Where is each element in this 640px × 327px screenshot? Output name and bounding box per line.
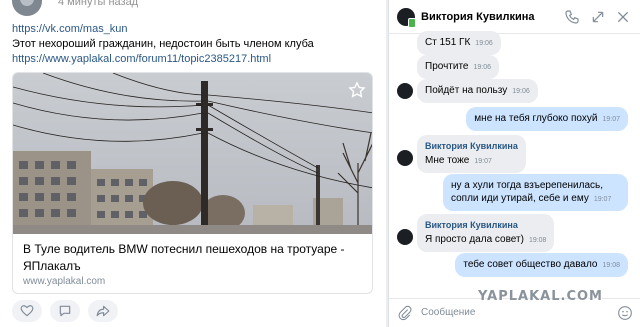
post-author-avatar[interactable]	[12, 0, 42, 16]
link-preview-image[interactable]	[13, 73, 372, 234]
like-button[interactable]	[12, 300, 42, 322]
message-time: 19:08	[528, 237, 547, 244]
message-time: 19:07	[593, 196, 612, 203]
sender-avatar[interactable]	[397, 83, 413, 99]
message-bubble[interactable]: мне на тебя глубоко похуй 19:07	[466, 107, 628, 131]
message-item: ну а хули тогда взъерепенилась, сопли ид…	[443, 174, 628, 211]
post-text: https://vk.com/mas_kun Этот нехороший гр…	[12, 22, 372, 67]
message-text: Ст 151 ГК	[425, 37, 471, 48]
message-bubble[interactable]: ну а хули тогда взъерепенилась, сопли ид…	[443, 174, 628, 211]
comment-button[interactable]	[50, 300, 80, 322]
message-bubble[interactable]: Прочтите 19:06	[417, 55, 500, 79]
message-input[interactable]: Сообщение	[421, 307, 475, 318]
topic-link[interactable]: https://www.yaplakal.com/forum11/topic23…	[12, 52, 372, 67]
message-author[interactable]: Виктория Кувилкина	[425, 219, 546, 232]
message-text: Прочтите	[425, 61, 469, 72]
message-text: ну а хули тогда взъерепенилась, сопли ид…	[451, 180, 603, 204]
link-preview-title[interactable]: В Туле водитель BMW потеснил пешеходов н…	[23, 241, 363, 275]
street-photo	[13, 73, 372, 234]
sender-avatar[interactable]	[397, 229, 413, 245]
paperclip-icon[interactable]	[397, 305, 413, 321]
message-time: 19:07	[474, 158, 492, 165]
message-item: Прочтите 19:06	[417, 55, 500, 79]
message-time: 19:07	[602, 116, 620, 123]
chat-header: Виктория Кувилкина	[389, 0, 640, 34]
message-item: Виктория Кувилкина Мне тоже 19:07	[417, 135, 526, 173]
watermark-logo: YAPLAKAL.COM	[478, 289, 603, 304]
message-bubble[interactable]: Ст 151 ГК 19:06	[417, 31, 501, 55]
emoji-icon[interactable]	[617, 305, 633, 321]
message-item: тебе совет общество давало 19:08	[455, 253, 628, 277]
message-text: Пойдёт на пользу	[425, 85, 508, 96]
post-message: Этот нехороший гражданин, недостоин быть…	[12, 38, 314, 50]
message-text: тебе совет общество давало	[463, 259, 598, 270]
share-button[interactable]	[88, 300, 118, 322]
online-mobile-icon	[408, 18, 416, 28]
message-time: 19:06	[512, 88, 530, 95]
close-icon[interactable]	[615, 9, 631, 25]
share-icon	[96, 305, 110, 317]
heart-icon	[20, 305, 34, 317]
message-text: Мне тоже	[425, 155, 470, 166]
message-item: мне на тебя глубоко похуй 19:07	[466, 107, 628, 131]
chat-window: Виктория Кувилкина Ст 151 ГК 19:06 Прочти…	[388, 0, 640, 327]
message-time: 19:08	[602, 262, 620, 269]
star-icon[interactable]	[348, 81, 366, 99]
message-item: Виктория Кувилкина Я просто дала совет) 1…	[417, 214, 555, 252]
message-time: 19:06	[475, 40, 493, 47]
message-item: Пойдёт на пользу 19:06	[417, 79, 538, 103]
minimize-icon[interactable]	[590, 9, 606, 25]
message-text: мне на тебя глубоко похуй	[474, 113, 598, 124]
message-author[interactable]: Виктория Кувилкина	[425, 140, 518, 153]
message-item: Ст 151 ГК 19:06	[417, 31, 501, 55]
phone-icon[interactable]	[564, 9, 580, 25]
message-bubble[interactable]: Виктория Кувилкина Я просто дала совет) 1…	[417, 214, 555, 252]
sender-avatar[interactable]	[397, 150, 413, 166]
post-timestamp[interactable]: 4 минуты назад	[58, 0, 138, 8]
profile-link[interactable]: https://vk.com/mas_kun	[12, 22, 372, 37]
comment-icon	[59, 305, 71, 317]
message-time: 19:06	[473, 64, 492, 71]
message-bubble[interactable]: тебе совет общество давало 19:08	[455, 253, 628, 277]
link-preview-domain: www.yaplakal.com	[23, 276, 106, 287]
chat-title[interactable]: Виктория Кувилкина	[421, 11, 535, 23]
message-bubble[interactable]: Пойдёт на пользу 19:06	[417, 79, 538, 103]
link-preview-card[interactable]: В Туле водитель BMW потеснил пешеходов н…	[12, 72, 373, 294]
message-bubble[interactable]: Виктория Кувилкина Мне тоже 19:07	[417, 135, 526, 173]
wall-post: 4 минуты назад https://vk.com/mas_kun Эт…	[0, 0, 386, 327]
post-actions	[12, 300, 118, 322]
message-text: Я просто дала совет)	[425, 234, 524, 245]
